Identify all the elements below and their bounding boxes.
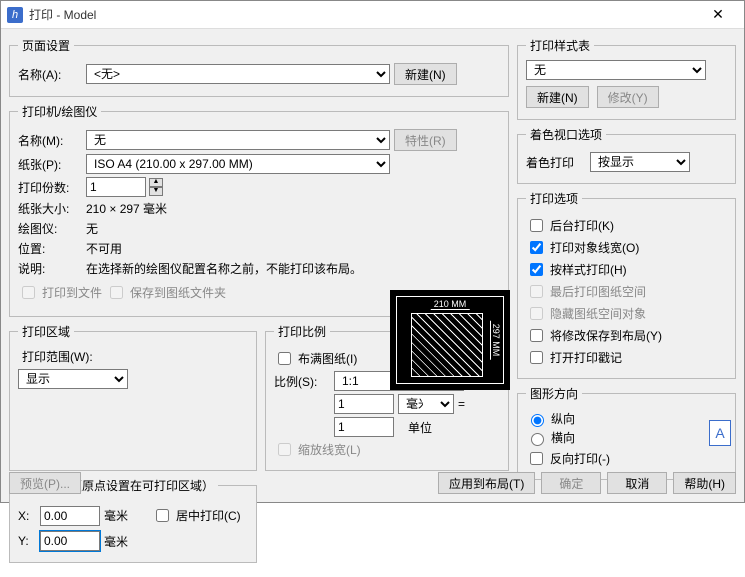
plotter-value: 无: [86, 220, 98, 237]
printer-name-label: 名称(M):: [18, 132, 82, 149]
copies-spinner[interactable]: ▲▼: [149, 178, 163, 196]
print-dialog: h 打印 - Model ✕ 页面设置 名称(A): <无> 新建(N) 打印机…: [0, 0, 745, 503]
hide-pspace-check[interactable]: 隐藏图纸空间对象: [526, 304, 727, 323]
plot-style-legend: 打印样式表: [526, 37, 594, 54]
scale-unit2-label: 单位: [408, 419, 432, 436]
papersize-label: 纸张大小:: [18, 200, 82, 217]
ratio-label: 比例(S):: [274, 373, 330, 390]
paper-preview: 210 MM 297 MM: [390, 290, 510, 390]
landscape-radio[interactable]: 横向: [526, 429, 727, 446]
ok-button[interactable]: 确定: [541, 472, 601, 494]
desc-label: 说明:: [18, 260, 82, 277]
paper-select[interactable]: ISO A4 (210.00 x 297.00 MM): [86, 154, 390, 174]
copies-input[interactable]: [86, 177, 146, 197]
plot-stamp-check[interactable]: 打开打印戳记: [526, 348, 727, 367]
dialog-button-row: 预览(P)... 应用到布局(T) 确定 取消 帮助(H): [9, 472, 736, 494]
scale-unit1-select[interactable]: 毫米: [398, 394, 454, 414]
scale-lineweight-check[interactable]: 缩放线宽(L): [274, 440, 500, 459]
print-area-group: 打印区域 打印范围(W): 显示: [9, 323, 257, 471]
page-name-label: 名称(A):: [18, 66, 82, 83]
scale-num1-input[interactable]: [334, 394, 394, 414]
style-edit-button[interactable]: 修改(Y): [597, 86, 659, 108]
print-options-legend: 打印选项: [526, 190, 582, 207]
printer-group: 打印机/绘图仪 名称(M): 无 特性(R) 纸张(P): ISO A4 (21…: [9, 103, 509, 317]
orientation-legend: 图形方向: [526, 385, 582, 402]
apply-button[interactable]: 应用到布局(T): [438, 472, 535, 494]
cancel-button[interactable]: 取消: [607, 472, 667, 494]
scale-num2-input[interactable]: [334, 417, 394, 437]
page-setup-group: 页面设置 名称(A): <无> 新建(N): [9, 37, 509, 97]
titlebar: h 打印 - Model ✕: [1, 1, 744, 29]
desc-value: 在选择新的绘图仪配置名称之前，不能打印该布局。: [86, 260, 376, 277]
y-input[interactable]: [40, 531, 100, 551]
y-unit: 毫米: [104, 533, 128, 550]
style-new-button[interactable]: 新建(N): [526, 86, 589, 108]
plot-style-select[interactable]: 无: [526, 60, 706, 80]
close-button[interactable]: ✕: [698, 1, 738, 29]
save-layout-check[interactable]: 将修改保存到布局(Y): [526, 326, 727, 345]
print-options-group: 打印选项 后台打印(K) 打印对象线宽(O) 按样式打印(H) 最后打印图纸空间…: [517, 190, 736, 379]
print-range-label: 打印范围(W):: [22, 348, 248, 365]
style-print-check[interactable]: 按样式打印(H): [526, 260, 727, 279]
eq-label: =: [458, 397, 465, 411]
portrait-radio[interactable]: 纵向: [526, 410, 727, 427]
bg-print-check[interactable]: 后台打印(K): [526, 216, 727, 235]
orientation-group: 图形方向 纵向 横向 反向打印(-) A: [517, 385, 736, 480]
printer-legend: 打印机/绘图仪: [18, 103, 101, 120]
shade-legend: 着色视口选项: [526, 126, 606, 143]
center-plot-check[interactable]: 居中打印(C): [152, 506, 241, 525]
x-input[interactable]: [40, 506, 100, 526]
printer-props-button[interactable]: 特性(R): [394, 129, 457, 151]
window-title: 打印 - Model: [29, 6, 698, 23]
lineweight-check[interactable]: 打印对象线宽(O): [526, 238, 727, 257]
app-icon: h: [7, 7, 23, 23]
shade-select[interactable]: 按显示: [590, 152, 690, 172]
location-value: 不可用: [86, 240, 122, 257]
print-area-legend: 打印区域: [18, 323, 74, 340]
shade-group: 着色视口选项 着色打印 按显示: [517, 126, 736, 184]
print-range-select[interactable]: 显示: [18, 369, 128, 389]
print-to-file-check[interactable]: 打印到文件: [18, 283, 102, 302]
paperspace-last-check[interactable]: 最后打印图纸空间: [526, 282, 727, 301]
page-new-button[interactable]: 新建(N): [394, 63, 457, 85]
x-unit: 毫米: [104, 507, 128, 524]
print-scale-legend: 打印比例: [274, 323, 330, 340]
help-button[interactable]: 帮助(H): [673, 472, 736, 494]
y-label: Y:: [18, 534, 36, 548]
location-label: 位置:: [18, 240, 82, 257]
papersize-value: 210 × 297 毫米: [86, 200, 167, 217]
printer-name-select[interactable]: 无: [86, 130, 390, 150]
save-to-sheet-check[interactable]: 保存到图纸文件夹: [106, 283, 226, 302]
copies-label: 打印份数:: [18, 179, 82, 196]
paper-label: 纸张(P):: [18, 156, 82, 173]
plotter-label: 绘图仪:: [18, 220, 82, 237]
plot-style-group: 打印样式表 无 新建(N) 修改(Y): [517, 37, 736, 120]
shade-label: 着色打印: [526, 154, 586, 171]
page-name-select[interactable]: <无>: [86, 64, 390, 84]
preview-height-label: 297 MM: [490, 321, 501, 360]
preview-hatch: [411, 313, 483, 377]
preview-width-label: 210 MM: [431, 299, 470, 310]
x-label: X:: [18, 509, 36, 523]
page-setup-legend: 页面设置: [18, 37, 74, 54]
reverse-print-check[interactable]: 反向打印(-): [526, 449, 727, 468]
preview-button[interactable]: 预览(P)...: [9, 472, 81, 494]
orientation-icon: A: [709, 420, 731, 446]
